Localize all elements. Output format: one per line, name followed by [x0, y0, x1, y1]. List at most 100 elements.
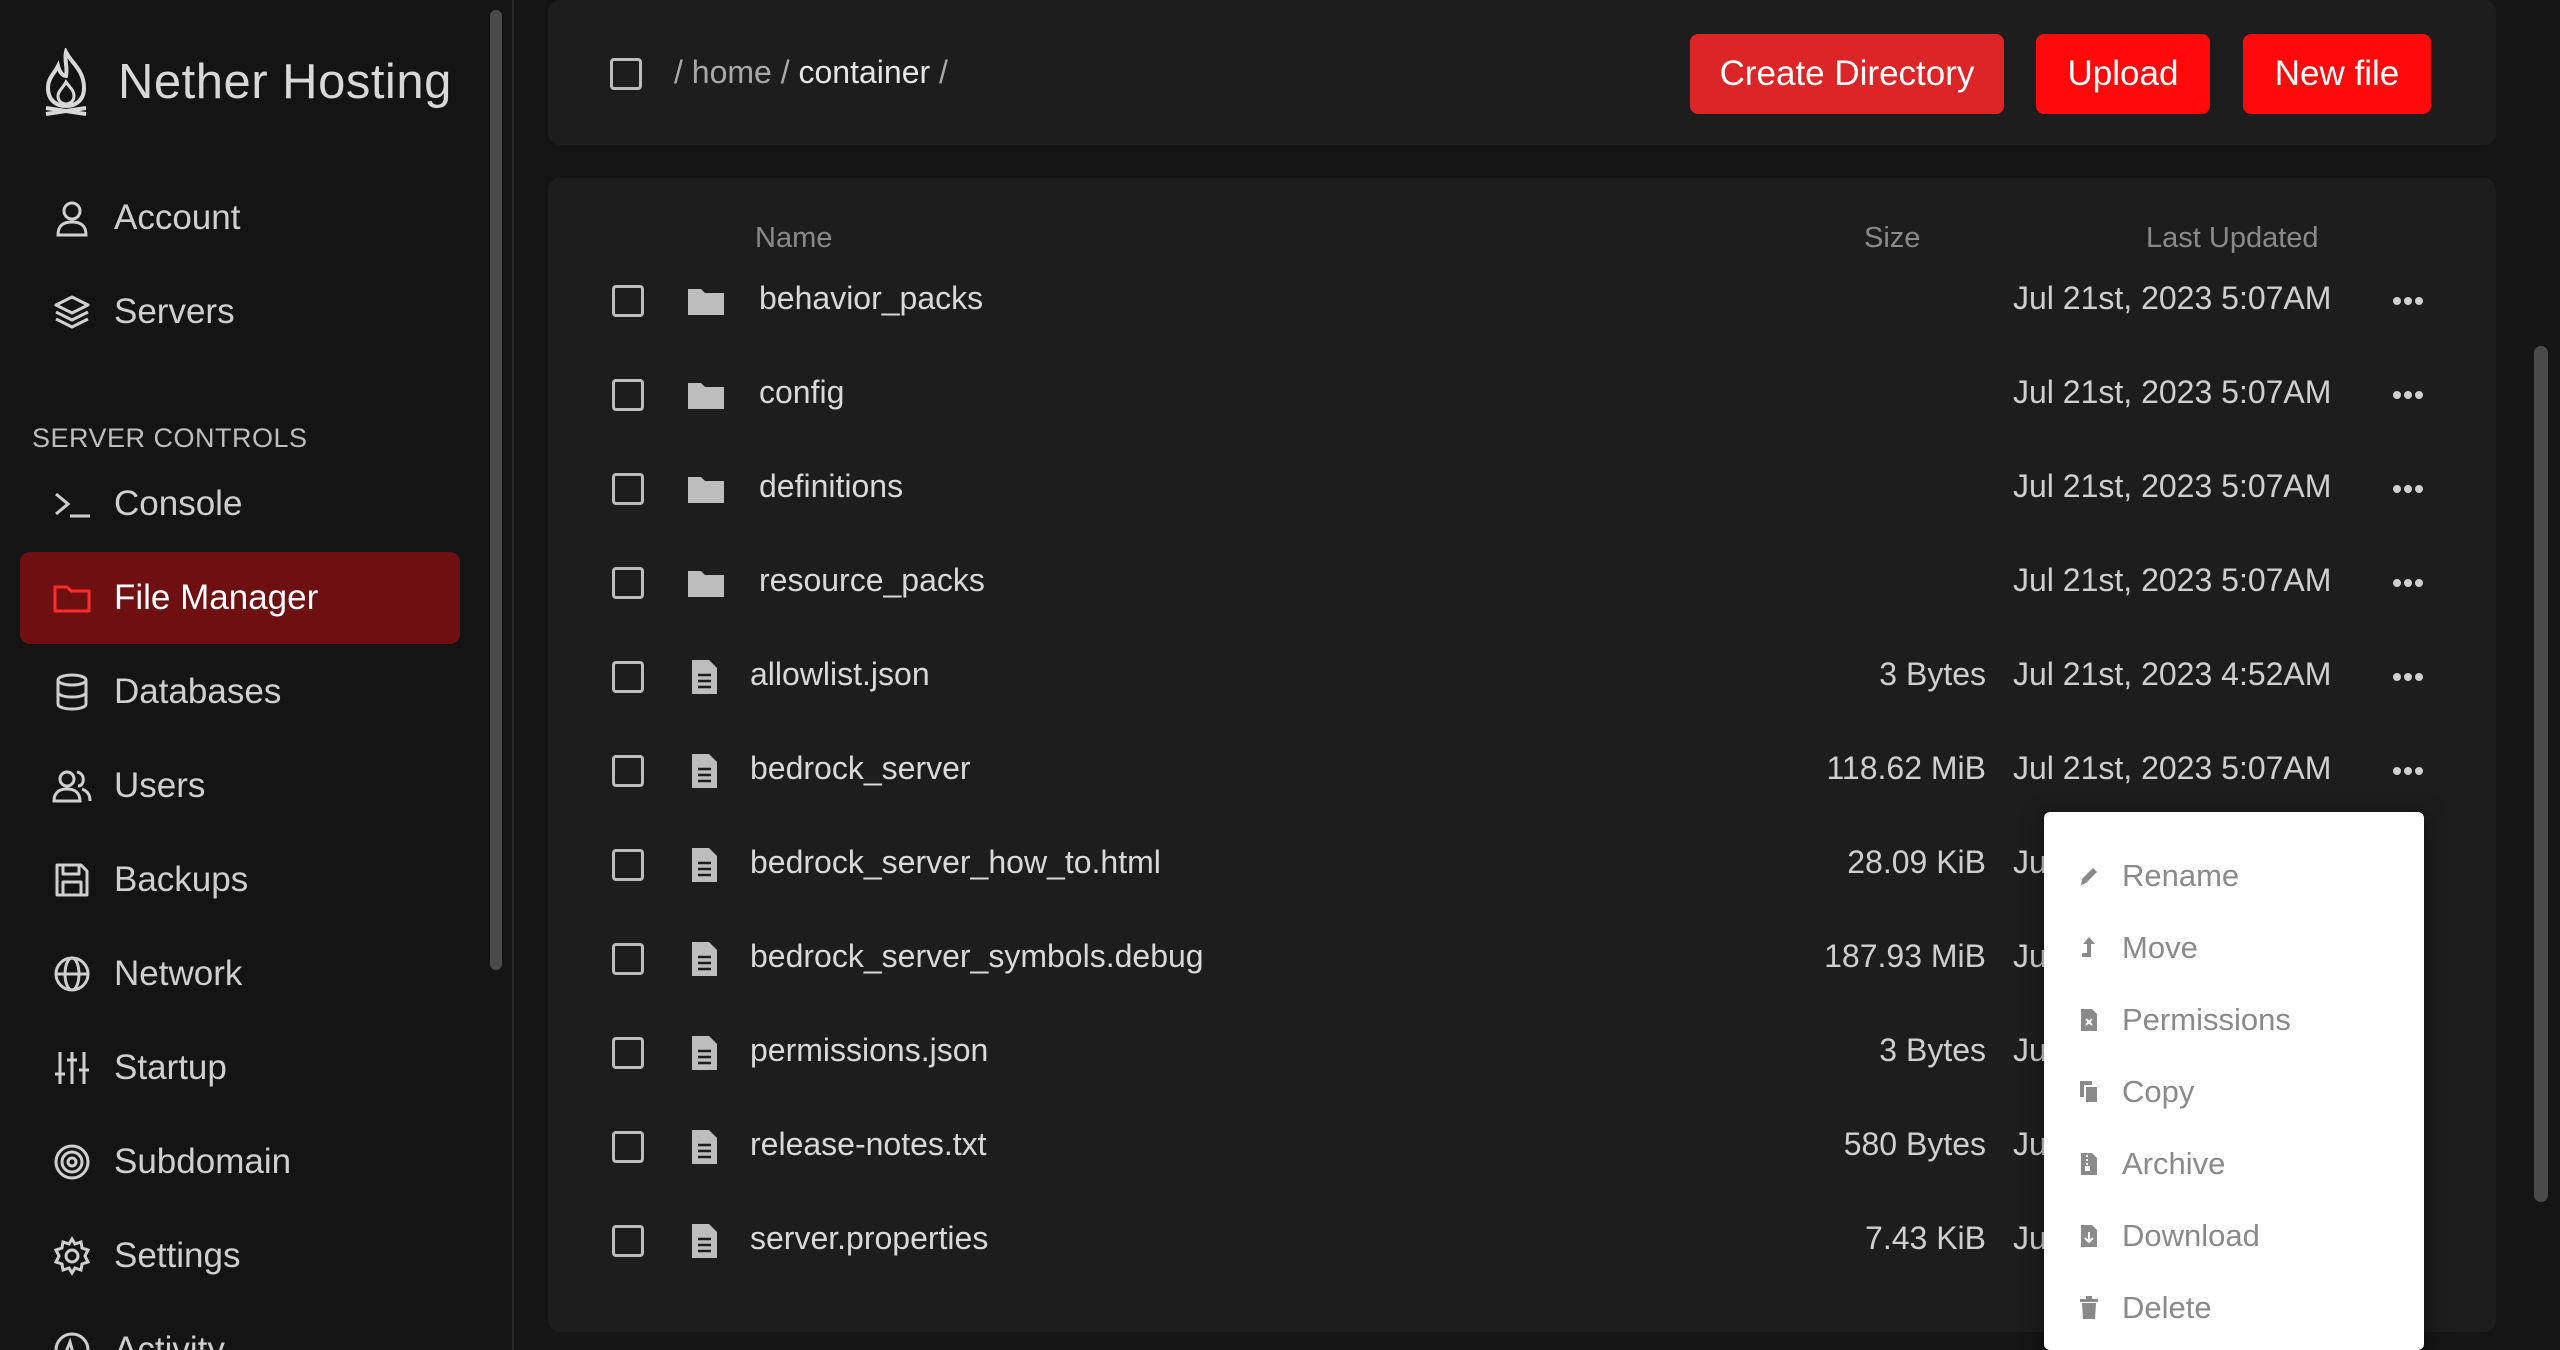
row-checkbox[interactable]	[612, 1131, 644, 1163]
row-checkbox[interactable]	[612, 473, 644, 505]
row-checkbox[interactable]	[612, 567, 644, 599]
nav-label: Console	[114, 484, 243, 523]
pencil-icon	[2081, 868, 2097, 885]
row-checkbox[interactable]	[612, 1225, 644, 1257]
menu-delete[interactable]: Delete	[2078, 1282, 2212, 1334]
file-size: 580 Bytes	[1843, 1126, 1986, 1162]
folder-icon	[688, 383, 724, 409]
file-name[interactable]: bedrock_server_how_to.html	[750, 844, 1161, 881]
folder-icon	[53, 585, 91, 613]
new-file-button[interactable]: New file	[2243, 34, 2431, 114]
breadcrumb: / home / container /	[674, 54, 948, 91]
file-row[interactable]: allowlist.json 3 Bytes Jul 21st, 2023 4:52…	[548, 630, 2496, 724]
file-name[interactable]: allowlist.json	[750, 656, 930, 693]
menu-archive[interactable]: Archive	[2078, 1138, 2225, 1190]
breadcrumb-home[interactable]: home	[692, 54, 772, 90]
file-updated: Ju	[2013, 1220, 2047, 1256]
file-name[interactable]: server.properties	[750, 1220, 988, 1257]
column-name-header[interactable]: Name	[755, 222, 832, 255]
row-checkbox[interactable]	[612, 661, 644, 693]
nav-label: Backups	[114, 860, 249, 899]
file-row[interactable]: config Jul 21st, 2023 5:07AM	[548, 348, 2496, 442]
permissions-file-icon	[2081, 1009, 2097, 1031]
menu-label: Download	[2122, 1218, 2260, 1253]
menu-label: Move	[2122, 930, 2198, 965]
file-text-icon	[692, 660, 717, 694]
nav-label: Subdomain	[114, 1142, 292, 1181]
file-name[interactable]: config	[759, 374, 844, 411]
file-text-icon	[692, 1130, 717, 1164]
row-checkbox[interactable]	[612, 285, 644, 317]
breadcrumb-sep: /	[939, 54, 948, 90]
trash-icon	[2080, 1296, 2098, 1319]
more-actions-icon[interactable]	[2390, 286, 2426, 316]
file-name[interactable]: resource_packs	[759, 562, 985, 599]
file-name[interactable]: permissions.json	[750, 1032, 988, 1069]
row-checkbox[interactable]	[612, 849, 644, 881]
sliders-icon	[55, 1052, 89, 1084]
nav-label: Activity	[114, 1330, 225, 1350]
brand-name: Nether Hosting	[118, 55, 452, 109]
file-name[interactable]: definitions	[759, 468, 903, 505]
nav-settings[interactable]: Settings	[20, 1210, 460, 1302]
sidebar-scrollbar[interactable]	[490, 10, 502, 970]
folder-icon	[688, 571, 724, 597]
target-icon	[54, 1144, 90, 1180]
database-icon	[56, 673, 88, 711]
nav-label: Account	[114, 198, 241, 237]
more-actions-icon[interactable]	[2390, 756, 2426, 786]
file-size: 118.62 MiB	[1826, 750, 1987, 786]
file-name[interactable]: behavior_packs	[759, 280, 983, 317]
menu-download[interactable]: Download	[2078, 1210, 2260, 1262]
brand[interactable]: Nether Hosting	[38, 48, 452, 116]
row-checkbox[interactable]	[612, 755, 644, 787]
menu-copy[interactable]: Copy	[2078, 1066, 2194, 1118]
file-updated: Ju	[2013, 844, 2047, 880]
nav-label: Network	[114, 954, 243, 993]
file-text-icon	[692, 754, 717, 788]
nav-console[interactable]: Console	[20, 458, 460, 550]
more-actions-icon[interactable]	[2390, 474, 2426, 504]
menu-label: Archive	[2122, 1146, 2226, 1181]
more-actions-icon[interactable]	[2390, 568, 2426, 598]
row-checkbox[interactable]	[612, 943, 644, 975]
file-size: 28.09 KiB	[1847, 844, 1986, 880]
archive-icon	[2081, 1153, 2097, 1175]
nav-users[interactable]: Users	[20, 740, 460, 832]
file-name[interactable]: release-notes.txt	[750, 1126, 987, 1163]
row-checkbox[interactable]	[612, 379, 644, 411]
nav-databases[interactable]: Databases	[20, 646, 460, 738]
more-actions-icon[interactable]	[2390, 380, 2426, 410]
menu-permissions[interactable]: Permissions	[2078, 994, 2291, 1046]
nav-backups[interactable]: Backups	[20, 834, 460, 926]
select-all-checkbox[interactable]	[610, 58, 642, 90]
nav-file-manager[interactable]: File Manager	[20, 552, 460, 644]
nav-label: Servers	[114, 292, 235, 331]
nav-network[interactable]: Network	[20, 928, 460, 1020]
row-checkbox[interactable]	[612, 1037, 644, 1069]
nav-activity[interactable]: Activity	[20, 1304, 460, 1350]
column-size-header[interactable]: Size	[1864, 222, 1920, 255]
file-size: 3 Bytes	[1879, 656, 1986, 692]
nav-startup[interactable]: Startup	[20, 1022, 460, 1114]
nav-label: Databases	[114, 672, 282, 711]
menu-rename[interactable]: Rename	[2078, 850, 2239, 902]
file-row[interactable]: behavior_packs Jul 21st, 2023 5:07AM	[548, 254, 2496, 348]
menu-move[interactable]: Move	[2078, 922, 2198, 974]
nav-servers[interactable]: Servers	[20, 266, 460, 358]
file-row[interactable]: bedrock_server 118.62 MiB Jul 21st, 2023 5…	[548, 724, 2496, 818]
file-name[interactable]: bedrock_server	[750, 750, 971, 787]
main-scrollbar[interactable]	[2534, 346, 2548, 1202]
nav-subdomain[interactable]: Subdomain	[20, 1116, 460, 1208]
create-directory-button[interactable]: Create Directory	[1690, 34, 2004, 114]
file-row[interactable]: resource_packs Jul 21st, 2023 5:07AM	[548, 536, 2496, 630]
nav-account[interactable]: Account	[20, 172, 460, 264]
file-context-menu: Rename Move Permissions Copy Archive Dow…	[2044, 812, 2424, 1350]
file-name[interactable]: bedrock_server_symbols.debug	[750, 938, 1204, 975]
upload-button[interactable]: Upload	[2036, 34, 2210, 114]
column-updated-header[interactable]: Last Updated	[2146, 222, 2319, 255]
menu-label: Delete	[2122, 1290, 2212, 1325]
file-row[interactable]: definitions Jul 21st, 2023 5:07AM	[548, 442, 2496, 536]
breadcrumb-current[interactable]: container	[799, 54, 931, 90]
more-actions-icon[interactable]	[2390, 662, 2426, 692]
